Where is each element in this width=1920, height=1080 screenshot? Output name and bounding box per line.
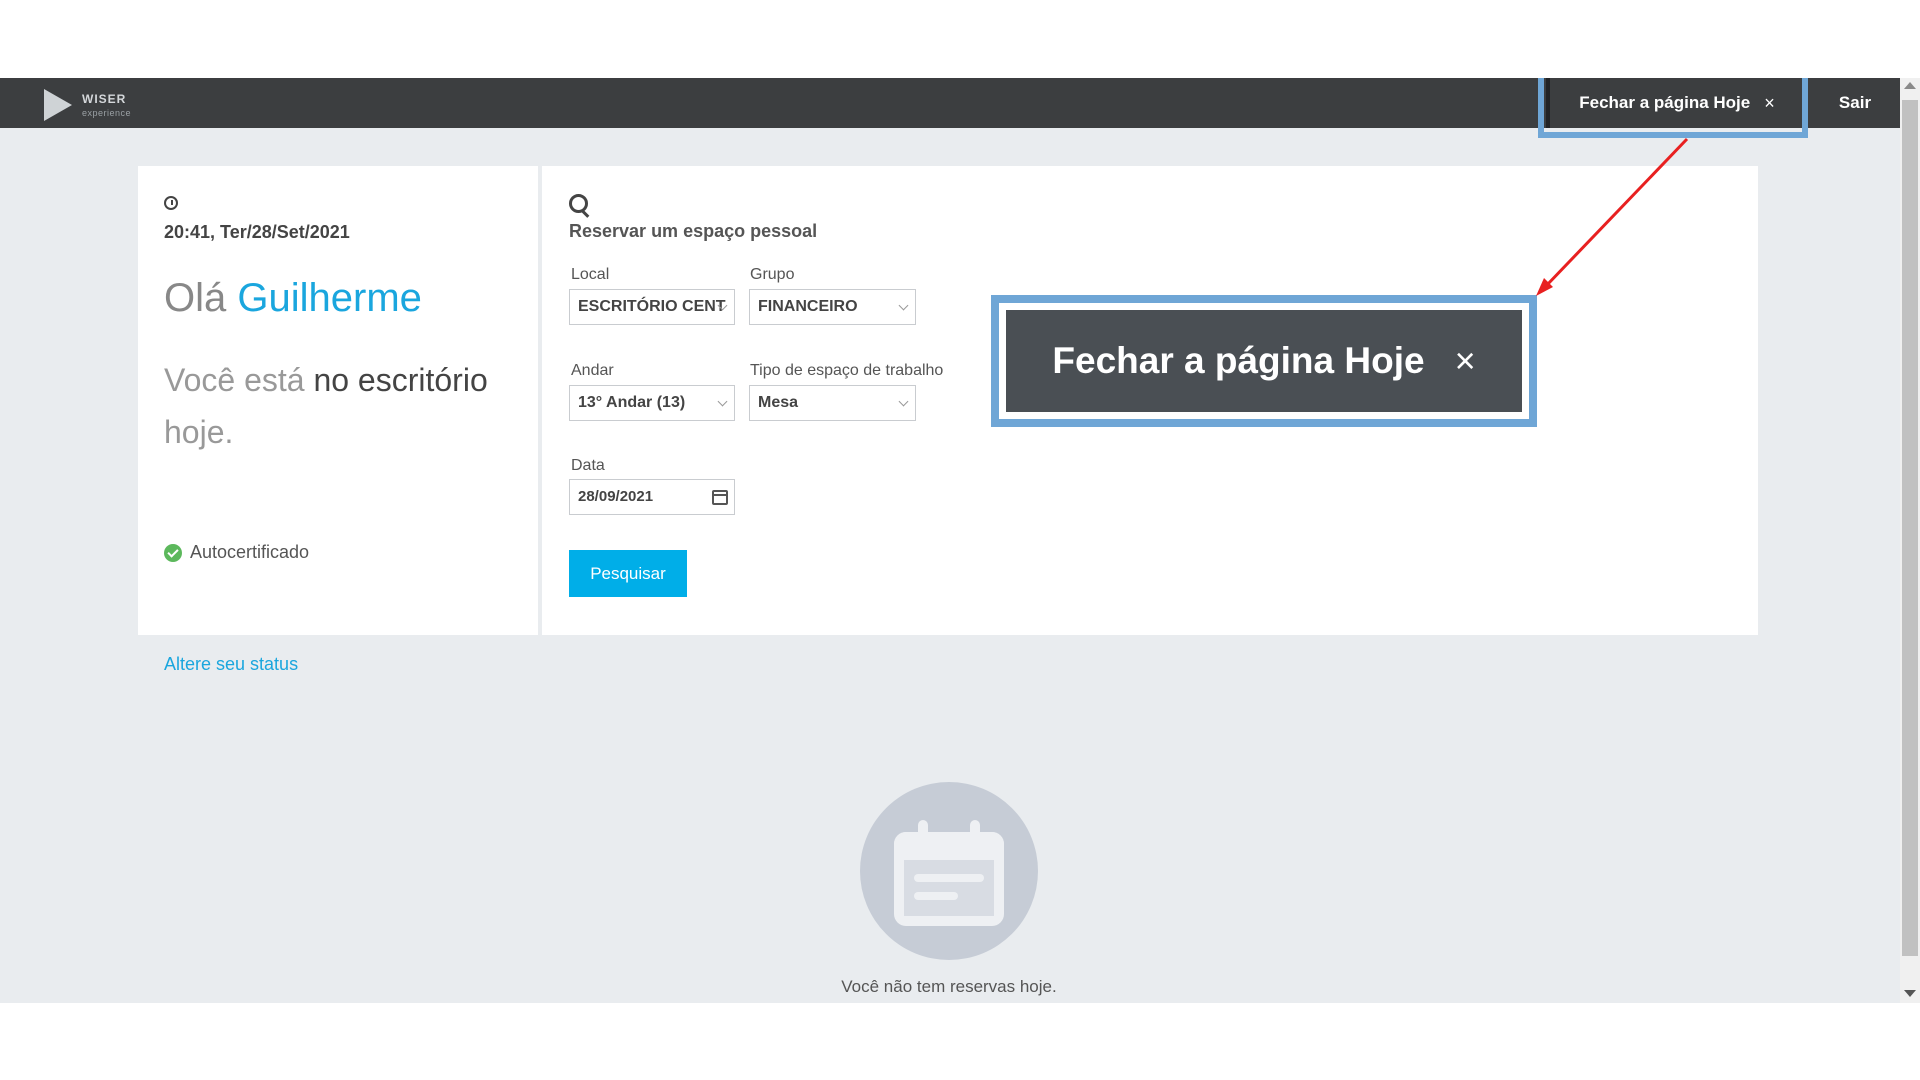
vertical-scrollbar[interactable] (1900, 78, 1920, 1003)
group-select[interactable]: FINANCEIRO (749, 289, 916, 325)
chevron-down-icon (717, 396, 728, 407)
scroll-down-arrow-icon[interactable] (1904, 990, 1916, 997)
current-datetime: 20:41, Ter/28/Set/2021 (164, 222, 350, 242)
certification-label: Autocertificado (190, 542, 310, 562)
floor-value: 13° Andar (13) (578, 394, 686, 411)
chevron-down-icon (898, 396, 909, 407)
logo-play-icon (44, 89, 72, 121)
status-card: 20:41, Ter/28/Set/2021 Olá Guilherme Voc… (138, 166, 538, 674)
date-label: Data (571, 457, 605, 474)
search-icon (569, 194, 588, 213)
search-button[interactable]: Pesquisar (569, 550, 687, 597)
workspace-type-value: Mesa (758, 394, 799, 411)
status-prefix: Você está (164, 362, 305, 398)
greeting-text: Olá (164, 276, 227, 320)
wiser-logo[interactable]: WISER experience (44, 86, 144, 122)
workspace-type-label: Tipo de espaço de trabalho (750, 362, 944, 379)
callout-label: Fechar a página Hoje (1052, 340, 1425, 381)
logo-text: WISER (82, 92, 127, 106)
status-suffix: hoje. (164, 414, 234, 450)
certification-status: Autocertificado (164, 542, 309, 563)
close-icon: × (1764, 92, 1775, 113)
local-label: Local (571, 266, 610, 283)
scroll-thumb[interactable] (1902, 100, 1918, 956)
reservation-title: Reservar um espaço pessoal (569, 221, 818, 241)
close-today-label: Fechar a página Hoje (1579, 93, 1751, 112)
workspace-type-select[interactable]: Mesa (749, 385, 916, 421)
close-icon: × (1454, 340, 1476, 381)
chevron-down-icon (898, 300, 909, 311)
status-location: no escritório (313, 362, 488, 398)
date-input[interactable]: 28/09/2021 (569, 479, 735, 515)
close-today-page-button[interactable]: Fechar a página Hoje × (1546, 78, 1804, 128)
greeting: Olá Guilherme (164, 276, 422, 321)
user-name: Guilherme (237, 276, 422, 320)
calendar-icon[interactable] (712, 490, 728, 505)
office-status: Você está no escritório hoje. (164, 354, 504, 458)
group-label: Grupo (750, 266, 795, 283)
app-screen: WISER experience Fechar a página Hoje × … (0, 78, 1920, 1003)
top-bar: WISER experience Fechar a página Hoje × … (0, 78, 1900, 138)
floor-label: Andar (571, 362, 614, 379)
scroll-up-arrow-icon[interactable] (1904, 82, 1916, 89)
local-select[interactable]: ESCRITÓRIO CENT (569, 289, 735, 325)
no-reservations-message: Você não tem reservas hoje. (841, 977, 1057, 996)
logo-subtext: experience (82, 108, 132, 118)
clock-icon (164, 196, 178, 210)
calendar-icon (894, 820, 1004, 926)
zoom-callout: Fechar a página Hoje × (991, 295, 1537, 427)
floor-select[interactable]: 13° Andar (13) (569, 385, 735, 421)
logout-button[interactable]: Sair (1810, 78, 1900, 128)
zoom-callout-button: Fechar a página Hoje × (1006, 310, 1522, 412)
check-circle-icon (164, 543, 182, 562)
change-status-link[interactable]: Altere seu status (164, 654, 298, 675)
local-value: ESCRITÓRIO CENT (578, 298, 726, 315)
group-value: FINANCEIRO (758, 298, 858, 315)
date-value: 28/09/2021 (578, 488, 654, 505)
empty-calendar-illustration (860, 782, 1038, 960)
